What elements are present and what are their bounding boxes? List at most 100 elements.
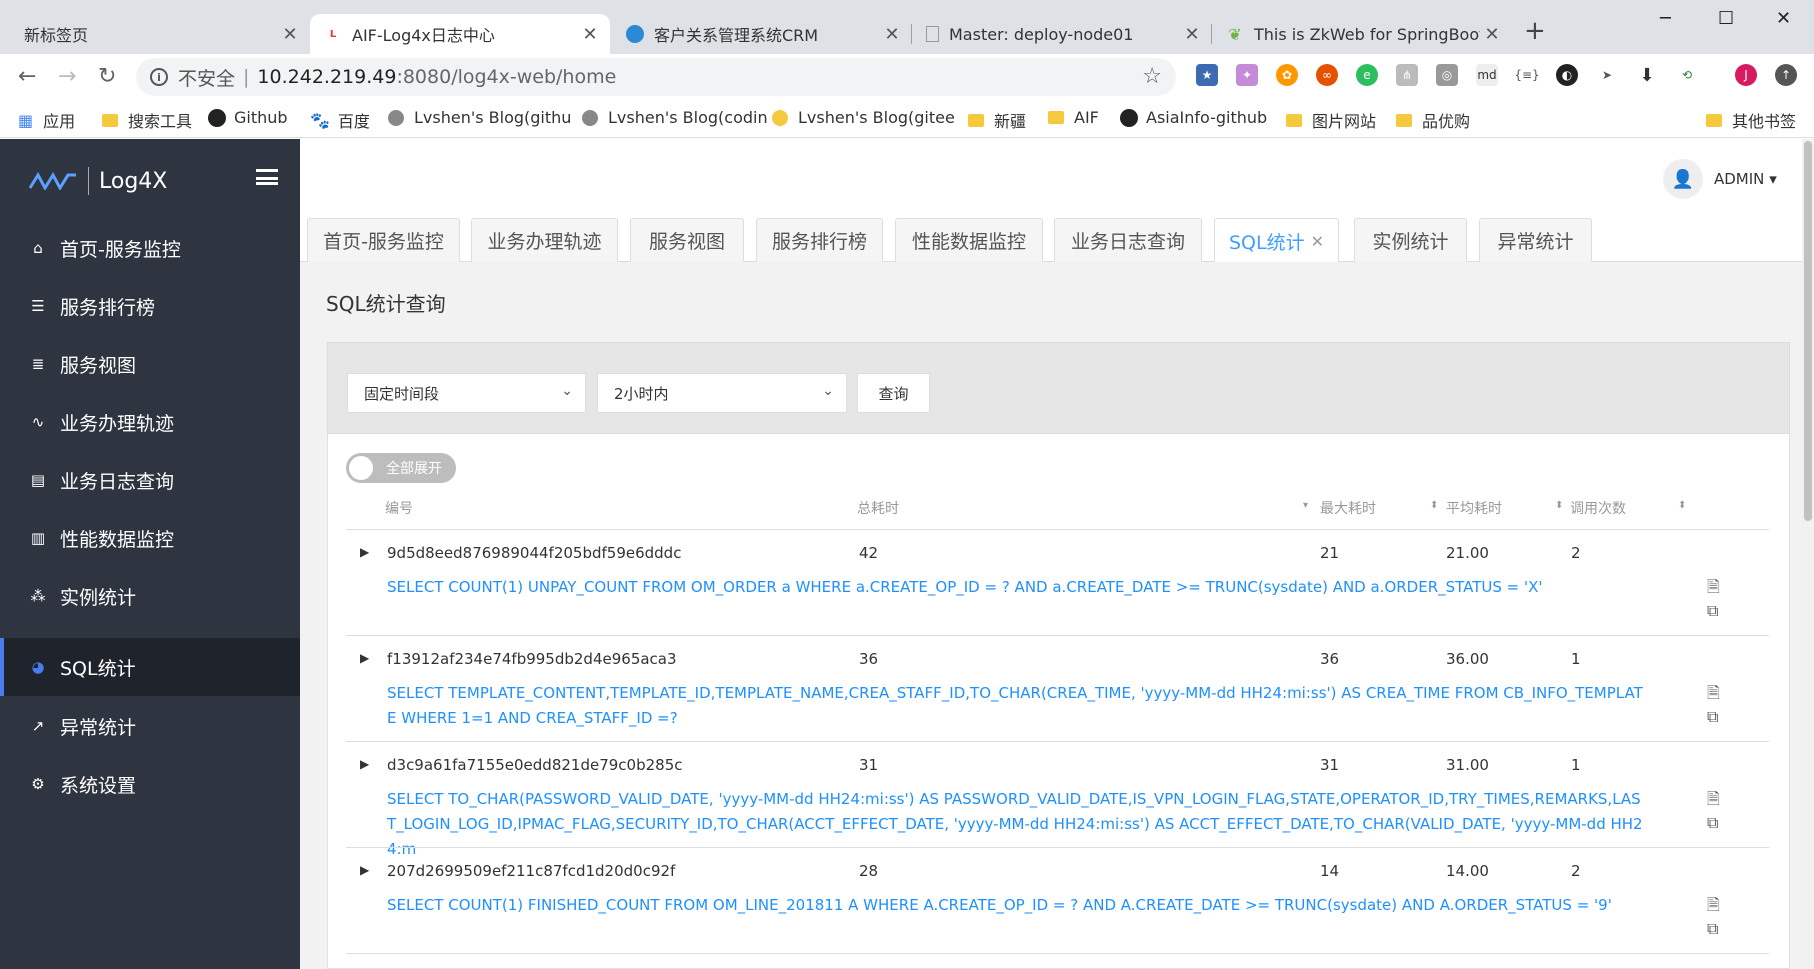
extension-icon[interactable]: ⟲ [1676,64,1698,86]
evernote-icon[interactable]: e [1356,64,1378,86]
bookmark-blog-github[interactable]: Lvshen's Blog(githu [388,108,584,127]
profile-avatar[interactable]: J [1735,64,1757,86]
extension-icon[interactable]: ✿ [1276,64,1298,86]
sidebar-item-ranking[interactable]: ☰ 服务排行榜 [0,277,300,335]
expand-arrow-icon[interactable]: ▶ [360,651,369,665]
query-button[interactable]: 查询 [857,373,930,413]
tab-instance[interactable]: 实例统计 [1354,218,1467,262]
info-icon[interactable]: i [150,68,168,86]
update-icon[interactable]: ↑ [1775,64,1797,86]
address-bar[interactable]: i 不安全 | 10.242.219.49 :8080/log4x-web/ho… [136,58,1176,96]
bookmark-folder[interactable]: 新疆 [968,108,1026,132]
tab-log-query[interactable]: 业务日志查询 [1054,218,1202,262]
extension-icon[interactable]: ✦ [1236,64,1258,86]
expand-arrow-icon[interactable]: ▶ [360,863,369,877]
browser-tab-crm[interactable]: 客户关系管理系统CRM ✕ [612,14,912,54]
column-header-total[interactable]: 总耗时 [857,498,899,518]
sort-icon[interactable]: ⬍ [1678,500,1686,511]
browser-tab-zkweb[interactable]: ❦ This is ZkWeb for SpringBoot ✕ [1212,14,1512,54]
bookmark-folder[interactable]: AIF [1048,108,1099,127]
tab-sql[interactable]: SQL统计 ✕ [1214,218,1339,263]
document-icon[interactable]: 🗎 [1707,576,1720,603]
close-icon[interactable]: ✕ [880,24,904,45]
bookmark-asiainfo-github[interactable]: AsiaInfo-github [1120,108,1267,127]
cursor-icon[interactable]: ➤ [1596,64,1618,86]
sidebar-item-track[interactable]: ∿ 业务办理轨迹 [0,393,300,451]
sort-icon[interactable]: ⬍ [1430,500,1438,511]
minimize-icon[interactable]: ─ [1660,8,1671,29]
browser-tab-newtab[interactable]: 新标签页 ✕ [10,14,310,54]
extension-icon[interactable]: ⋔ [1396,64,1418,86]
user-menu[interactable]: ADMIN ▾ [1714,170,1777,188]
browser-tab-master[interactable]: Master: deploy-node01 ✕ [912,14,1212,54]
expand-arrow-icon[interactable]: ▶ [360,545,369,559]
tab-home[interactable]: 首页-服务监控 [307,218,460,262]
copy-icon[interactable]: ⧉ [1707,813,1718,833]
sidebar-item-sql[interactable]: ◕ SQL统计 [0,638,300,696]
bookmark-folder[interactable]: 品优购 [1396,108,1470,132]
markdown-icon[interactable]: md [1476,64,1498,86]
sidebar-item-settings[interactable]: ⚙ 系统设置 [0,755,300,813]
period-select[interactable]: 2小时内 ⌄ [597,373,847,413]
browser-tab-log4x[interactable]: L AIF-Log4x日志中心 ✕ [310,14,610,54]
close-icon[interactable]: ✕ [278,24,302,45]
close-icon[interactable]: ✕ [1480,24,1504,45]
close-icon[interactable]: ✕ [1180,24,1204,45]
sidebar-item-instance[interactable]: ⁂ 实例统计 [0,567,300,625]
back-icon[interactable]: ← [18,64,36,89]
sidebar-item-log-query[interactable]: ▤ 业务日志查询 [0,451,300,509]
extension-icon[interactable]: ★ [1196,64,1218,86]
extension-icon[interactable]: ◐ [1556,64,1578,86]
user-avatar-icon[interactable]: 👤 [1663,159,1703,199]
new-tab-plus-icon[interactable]: + [1524,16,1546,46]
document-icon[interactable]: 🗎 [1707,894,1720,921]
json-icon[interactable]: {≡} [1514,64,1540,86]
bookmark-baidu[interactable]: 🐾 百度 [310,108,370,132]
maximize-icon[interactable]: ☐ [1718,8,1734,29]
extension-icon[interactable]: ∞ [1316,64,1338,86]
close-icon[interactable]: ✕ [1311,232,1324,251]
sidebar-item-performance[interactable]: ▥ 性能数据监控 [0,509,300,567]
document-icon[interactable]: 🗎 [1707,682,1720,709]
tab-ranking[interactable]: 服务排行榜 [756,218,883,262]
vertical-scrollbar[interactable] [1802,139,1814,969]
scrollbar-thumb[interactable] [1804,141,1812,521]
sidebar-item-exception[interactable]: ↗ 异常统计 [0,697,300,755]
sort-icon[interactable]: ▾ [1303,500,1308,511]
sidebar-item-service-view[interactable]: ≣ 服务视图 [0,335,300,393]
bookmark-apps[interactable]: ▦ 应用 [18,108,75,132]
bookmark-folder[interactable]: 搜索工具 [102,108,192,132]
range-type-select[interactable]: 固定时间段 ⌄ [347,373,586,413]
copy-icon[interactable]: ⧉ [1707,707,1718,727]
expand-all-toggle[interactable]: 全部展开 [346,453,456,483]
tab-track[interactable]: 业务办理轨迹 [471,218,618,262]
window-close-icon[interactable]: ✕ [1776,8,1791,29]
download-icon[interactable]: ⬇ [1636,64,1658,86]
bookmark-github[interactable]: Github [208,108,288,127]
column-header-avg[interactable]: 平均耗时 [1446,498,1502,518]
bookmark-star-icon[interactable]: ☆ [1142,64,1162,89]
copy-icon[interactable]: ⧉ [1707,919,1718,939]
bookmark-folder[interactable]: 图片网站 [1286,108,1376,132]
document-icon[interactable]: 🗎 [1707,788,1720,815]
tab-exception[interactable]: 异常统计 [1479,218,1592,262]
bookmark-blog-coding[interactable]: Lvshen's Blog(codin [582,108,778,127]
extension-icon[interactable]: ◎ [1436,64,1458,86]
close-icon[interactable]: ✕ [578,24,602,45]
bookmark-blog-gitee[interactable]: Lvshen's Blog(gitee [772,108,968,127]
expand-arrow-icon[interactable]: ▶ [360,757,369,771]
forward-icon[interactable]: → [58,64,76,89]
tab-performance[interactable]: 性能数据监控 [895,218,1043,262]
sort-icon[interactable]: ⬍ [1555,500,1563,511]
column-header-count[interactable]: 调用次数 [1570,498,1626,518]
app-logo: Log4X [28,167,167,195]
sidebar-item-home[interactable]: ⌂ 首页-服务监控 [0,219,300,277]
bookmark-other[interactable]: 其他书签 [1706,108,1796,132]
tab-service-view[interactable]: 服务视图 [630,218,744,262]
column-header-max[interactable]: 最大耗时 [1320,498,1376,518]
menu-toggle-icon[interactable] [256,169,278,185]
security-label: 不安全 [178,67,236,90]
aif-logo-icon [28,172,76,190]
copy-icon[interactable]: ⧉ [1707,601,1718,621]
reload-icon[interactable]: ↻ [98,64,116,89]
